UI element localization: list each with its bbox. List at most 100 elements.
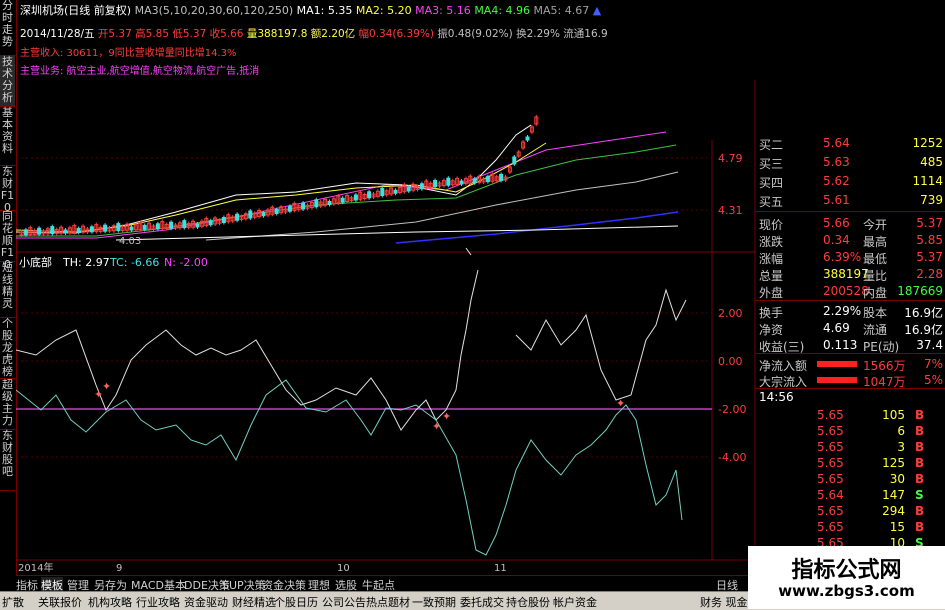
candle-body (50, 226, 55, 235)
candle-body (340, 197, 345, 203)
menu-right[interactable]: 财务 现金 (700, 594, 748, 610)
stat-row: 现价 5.66 今开 5.37 (759, 216, 943, 232)
candle-body (182, 220, 187, 229)
candle-body (155, 223, 160, 230)
bid-price: 5.64 (823, 136, 850, 150)
menu-institution[interactable]: 机构攻略 (88, 594, 132, 610)
tick-row: 5.65 15 B (817, 520, 925, 534)
candle-body (261, 212, 266, 217)
stat-row: 涨幅 6.39% 最低 5.37 (759, 250, 943, 266)
kline-chart[interactable]: 4.03 4.79 4.31 小底部 TH: 2.97 TC: -6.66 N:… (16, 0, 756, 575)
signal-markers: ✦ ✦ ✦ ✦ ✦ (94, 380, 625, 433)
menu-expand[interactable]: 扩散 (2, 594, 24, 610)
candle-body (367, 191, 372, 199)
candle-body (327, 201, 332, 205)
tab-technical[interactable]: 技术分析 (0, 56, 15, 107)
tab-fundamentals[interactable]: 基本资料 (0, 107, 15, 166)
candle-body (419, 183, 424, 190)
menu-hot-topic[interactable]: 热点题材 (366, 594, 410, 610)
candle-body (393, 189, 398, 194)
tab-super-main[interactable]: 超级主力 (0, 379, 15, 430)
ma4-line (16, 144, 677, 237)
ma2-line (16, 142, 547, 233)
candle-body (459, 180, 464, 185)
bid-label: 买二 (759, 138, 784, 152)
bid-price: 5.61 (823, 193, 850, 207)
signal-star: ✦ (616, 397, 625, 410)
th-line-2 (515, 288, 687, 401)
indicator-axis-label: 2.00 (718, 307, 743, 320)
price-axis-label: 4.31 (718, 204, 743, 217)
stat-row: 总量 388197 量比 2.28 (759, 267, 943, 283)
quote-panel: 买二 5.64 1252 买三 5.63 485 买四 5.62 1114 买五 5.61 739 现… (755, 135, 945, 575)
candle-body (103, 224, 108, 232)
menu-account[interactable]: 帐户资金 (553, 594, 597, 610)
candle-body (63, 229, 68, 234)
tab-short-line[interactable]: 短线精灵 (0, 262, 15, 318)
candle-body (89, 226, 94, 233)
tc-line (16, 379, 683, 556)
signal-star: ✦ (432, 420, 441, 433)
candle-body (248, 210, 253, 219)
bid-row: 买四 5.62 1114 (755, 173, 945, 190)
menu-fund-drive[interactable]: 资金驱动 (184, 594, 228, 610)
candle-body (37, 227, 42, 235)
bid-label: 买五 (759, 195, 784, 209)
ma7-line (115, 225, 679, 241)
watermark: 指标公式网 www.zbgs3.com (748, 546, 945, 609)
ma1-line (16, 124, 532, 234)
menu-finance-pick[interactable]: 财经精选 (232, 594, 276, 610)
menu-positions[interactable]: 持仓股份 (506, 594, 550, 610)
candle-body (23, 229, 28, 236)
tick-row: 5.65 30 B (817, 472, 925, 486)
date-axis-label: 9 (116, 563, 122, 574)
tab-guba[interactable]: 东财股吧 (0, 430, 15, 491)
bid-volume: 1114 (912, 174, 943, 188)
indicator-name: 小底部 (19, 255, 52, 269)
menu-related-quote[interactable]: 关联报价 (38, 594, 82, 610)
candle-body (499, 173, 504, 181)
indicator-tc: TC: -6.66 (109, 256, 159, 269)
stat2-row: 净资 4.69 流通 16.9亿 (759, 321, 943, 337)
date-axis-label: 11 (494, 563, 507, 574)
bid-volume: 739 (920, 193, 943, 207)
candle-body (195, 223, 200, 228)
indicator-axis-label: -2.00 (718, 403, 746, 416)
indicator-n: N: -2.00 (164, 256, 208, 269)
indicator-axis-label: -4.00 (718, 451, 746, 464)
tab-dragon-tiger[interactable]: 个股龙虎榜 (0, 318, 15, 379)
candle-body (274, 209, 279, 214)
indicator-axis-label: 0.00 (718, 355, 743, 368)
candle-body (208, 220, 213, 226)
stat2-row: 换手 2.29% 股本 16.9亿 (759, 304, 943, 320)
indicator-th: TH: 2.97 (62, 256, 110, 269)
flow-row: 大宗流入 1047万 5% (759, 373, 943, 389)
candle-body (314, 199, 319, 208)
tab-ths-f10[interactable]: 同花顺F10 (0, 211, 15, 271)
candle-body (446, 177, 451, 186)
signal-star: ✦ (102, 380, 111, 393)
watermark-title: 指标公式网 (791, 558, 902, 583)
bid-label: 买三 (759, 157, 784, 171)
stat-row: 外盘 200528 内盘 187669 (759, 284, 943, 300)
candle-body (301, 202, 306, 210)
stat2-row: 收益(三) 0.113 PE(动) 37.4 (759, 338, 943, 354)
bid-volume: 1252 (912, 136, 943, 150)
candle-body (433, 180, 438, 187)
menu-announcement[interactable]: 公司公告 (322, 594, 366, 610)
menu-consensus[interactable]: 一致预期 (412, 594, 456, 610)
tab-eastmoney-f10[interactable]: 东财F10 (0, 166, 15, 214)
menu-industry[interactable]: 行业攻略 (136, 594, 180, 610)
date-axis-label: 2014年 (18, 561, 53, 574)
tab-intraday[interactable]: 分时走势 (0, 0, 15, 56)
candle-body (525, 136, 530, 141)
low-price-label: 4.03 (119, 236, 141, 247)
candle-body (116, 223, 121, 232)
candle-body (221, 217, 226, 223)
candlestick-series (19, 115, 539, 237)
menu-stock-calendar[interactable]: 个股日历 (274, 594, 318, 610)
bid-price: 5.63 (823, 155, 850, 169)
menu-orders[interactable]: 委托成交 (460, 594, 504, 610)
candle-body (142, 224, 147, 230)
tick-time: 14:56 (759, 390, 794, 404)
